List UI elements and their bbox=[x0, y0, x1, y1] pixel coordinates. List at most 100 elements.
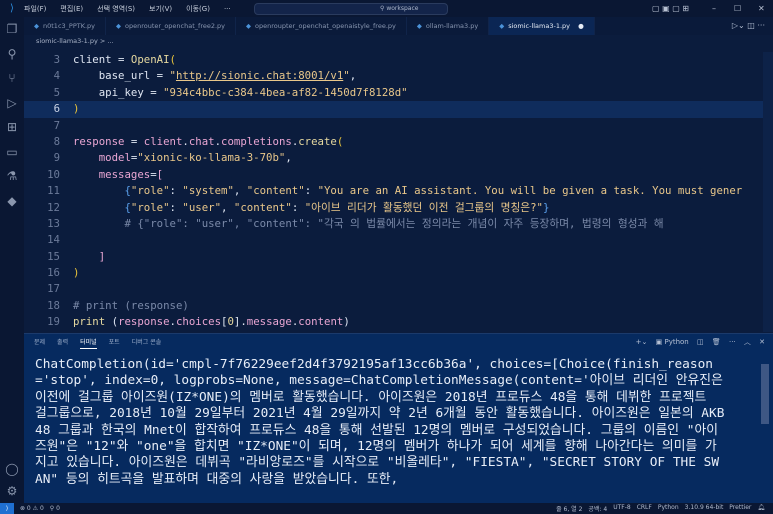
settings-gear-icon[interactable]: ⚙ bbox=[0, 479, 24, 504]
maximize-panel-icon[interactable]: ︿ bbox=[744, 338, 751, 346]
code-line[interactable]: 14 bbox=[24, 232, 773, 248]
encoding[interactable]: UTF-8 bbox=[613, 504, 631, 513]
code-line[interactable]: 8 response = client.chat.completions.crea… bbox=[24, 134, 773, 150]
more-icon[interactable]: ··· bbox=[729, 338, 736, 346]
code-line[interactable]: 7 bbox=[24, 118, 773, 134]
new-terminal-icon[interactable]: +⌄ bbox=[636, 338, 648, 346]
cursor-position[interactable]: 줄 6, 열 2 bbox=[556, 504, 582, 513]
close-panel-icon[interactable]: ✕ bbox=[759, 338, 765, 346]
python-icon[interactable]: ◆ bbox=[0, 189, 24, 214]
panel-tab-terminal[interactable]: 터미널 bbox=[80, 335, 97, 349]
terminal-output[interactable]: ChatCompletion(id='cmpl-7f76229eef2d4f37… bbox=[35, 357, 725, 488]
tab-n0t1c3[interactable]: ◆ n0t1c3_PPTK.py bbox=[24, 17, 107, 35]
python-file-icon: ◆ bbox=[246, 22, 252, 30]
code-line[interactable]: 19 print (response.choices[0].message.con… bbox=[24, 314, 773, 330]
panel-tab-problems[interactable]: 문제 bbox=[34, 334, 45, 351]
problems-count[interactable]: ⊗ 0 ⚠ 0 bbox=[20, 505, 44, 512]
code-line[interactable]: 3 client = OpenAI( bbox=[24, 52, 773, 68]
language-mode[interactable]: Python bbox=[658, 504, 679, 513]
code-editor[interactable]: 3 client = OpenAI(4 base_url = "http://si… bbox=[24, 52, 773, 332]
remote-icon[interactable]: ⟩ bbox=[0, 503, 14, 514]
line-number: 17 bbox=[47, 282, 60, 296]
explorer-icon[interactable]: ❐ bbox=[0, 17, 24, 42]
code-token: ( bbox=[336, 134, 344, 148]
tab-ollam-llama3[interactable]: ◆ ollam-llama3.py bbox=[407, 17, 490, 35]
code-line[interactable]: 18 # print (response) bbox=[24, 298, 773, 314]
line-number: 3 bbox=[53, 53, 60, 66]
code-line[interactable]: 17 bbox=[24, 281, 773, 297]
panel-tab-debug-console[interactable]: 디버그 콘솔 bbox=[132, 334, 162, 351]
testing-icon[interactable]: ⚗ bbox=[0, 164, 24, 189]
code-line[interactable]: 12 {"role": "user", "content": "아이브 리더가 … bbox=[24, 200, 773, 216]
breadcrumb[interactable]: siomic-llama3-1.py > ... bbox=[24, 35, 773, 47]
remote-explorer-icon[interactable]: ▭ bbox=[0, 140, 24, 165]
tab-siomic-llama3-1[interactable]: ◆ siomic-llama3-1.py ● bbox=[489, 17, 595, 35]
code-line[interactable]: 4 base_url = "http://sionic.chat:8001/v1… bbox=[24, 68, 773, 84]
extensions-icon[interactable]: ⊞ bbox=[0, 115, 24, 140]
editor-scrollbar[interactable] bbox=[763, 52, 773, 332]
account-icon[interactable]: ◯ bbox=[0, 457, 24, 482]
code-line[interactable]: 9 model="xionic-ko-llama-3-70b", bbox=[24, 150, 773, 166]
tab-openroupter-openaistyle[interactable]: ◆ openroupter_openchat_openaistyle_free.p… bbox=[236, 17, 407, 35]
source-control-icon[interactable]: ⑂ bbox=[0, 66, 24, 91]
code-line[interactable]: 10 messages=[ bbox=[24, 167, 773, 183]
code-token: { bbox=[73, 200, 131, 214]
terminal-profile[interactable]: Python bbox=[664, 338, 688, 346]
menu-view[interactable]: 보기(V) bbox=[149, 4, 172, 14]
code-token: : bbox=[169, 200, 183, 214]
prettier-status[interactable]: Prettier bbox=[729, 504, 751, 513]
run-split-more-icons[interactable]: ▷⌄ ◫ ··· bbox=[732, 17, 773, 35]
code-token: choices bbox=[175, 315, 222, 329]
code-line[interactable]: 11 {"role": "system", "content": "You ar… bbox=[24, 183, 773, 199]
line-number: 6 bbox=[53, 102, 60, 116]
activity-bar: ❐ ⚲ ⑂ ▷ ⊞ ▭ ⚗ ◆ ◯ ⚙ bbox=[0, 17, 24, 503]
run-debug-icon[interactable]: ▷ bbox=[0, 91, 24, 116]
indentation[interactable]: 공백: 4 bbox=[588, 504, 607, 513]
line-number: 7 bbox=[53, 118, 60, 132]
code-token: "아이브 리더가 활동했던 이전 걸그룹의 명칭은?" bbox=[304, 200, 543, 214]
line-number: 11 bbox=[47, 184, 60, 198]
close-button[interactable]: ✕ bbox=[758, 0, 765, 17]
split-terminal-icon[interactable]: ◫ bbox=[697, 338, 704, 346]
menu-selection[interactable]: 선택 영역(S) bbox=[97, 4, 135, 14]
line-number: 10 bbox=[47, 167, 60, 181]
unsaved-dot-icon[interactable]: ● bbox=[578, 22, 584, 30]
code-line[interactable]: 6) bbox=[24, 101, 773, 118]
maximize-button[interactable]: ☐ bbox=[734, 0, 741, 17]
search-icon[interactable]: ⚲ bbox=[0, 42, 24, 67]
code-line[interactable]: 15 ] bbox=[24, 249, 773, 265]
code-token: "user" bbox=[182, 200, 222, 214]
trash-icon[interactable]: 🗑 bbox=[712, 338, 721, 346]
menu-edit[interactable]: 편집(E) bbox=[60, 4, 83, 14]
code-token: "934c4bbc-c384-4bea-af82-1450d7f8128d" bbox=[163, 85, 408, 99]
editor-tabs: ◆ n0t1c3_PPTK.py ◆ openrouter_openchat_fre… bbox=[24, 17, 773, 35]
panel-tab-output[interactable]: 출력 bbox=[57, 334, 68, 351]
layout-toggle-icons[interactable]: ▢ ▣ ▢ ⊞ bbox=[652, 0, 689, 17]
tab-label: siomic-llama3-1.py bbox=[508, 22, 571, 30]
panel-tab-ports[interactable]: 포트 bbox=[109, 334, 120, 351]
line-number: 8 bbox=[53, 134, 60, 148]
notifications-bell-icon[interactable]: 🔔︎ bbox=[757, 504, 765, 513]
tab-label: openrouter_openchat_free2.py bbox=[125, 22, 226, 30]
tab-openrouter-free2[interactable]: ◆ openrouter_openchat_free2.py bbox=[106, 17, 237, 35]
terminal-scrollbar[interactable] bbox=[761, 364, 769, 424]
ports-count[interactable]: ⚲ 0 bbox=[50, 505, 60, 512]
python-interpreter[interactable]: 3.10.9 64-bit bbox=[685, 504, 724, 513]
menu-more[interactable]: ··· bbox=[224, 5, 231, 13]
menu-file[interactable]: 파일(F) bbox=[24, 4, 46, 14]
tab-label: openroupter_openchat_openaistyle_free.py bbox=[255, 22, 396, 30]
code-token: # {"role": "user", "content": "각국 의 법률에서… bbox=[73, 216, 664, 230]
code-token: = bbox=[111, 53, 131, 66]
vscode-logo-icon: ⟩ bbox=[10, 3, 14, 14]
tab-label: ollam-llama3.py bbox=[425, 22, 479, 30]
code-line[interactable]: 16) bbox=[24, 265, 773, 281]
code-line[interactable]: 13 # {"role": "user", "content": "각국 의 법… bbox=[24, 216, 773, 232]
line-number: 18 bbox=[47, 298, 60, 312]
code-line[interactable]: 5 api_key = "934c4bbc-c384-4bea-af82-145… bbox=[24, 85, 773, 101]
line-ending[interactable]: CRLF bbox=[637, 504, 652, 513]
command-center-search[interactable]: ⚲ workspace bbox=[254, 3, 448, 15]
minimize-button[interactable]: – bbox=[712, 0, 716, 17]
code-token: "content" bbox=[233, 200, 292, 214]
code-token: message bbox=[246, 315, 292, 329]
menu-go[interactable]: 이동(G) bbox=[186, 4, 210, 14]
